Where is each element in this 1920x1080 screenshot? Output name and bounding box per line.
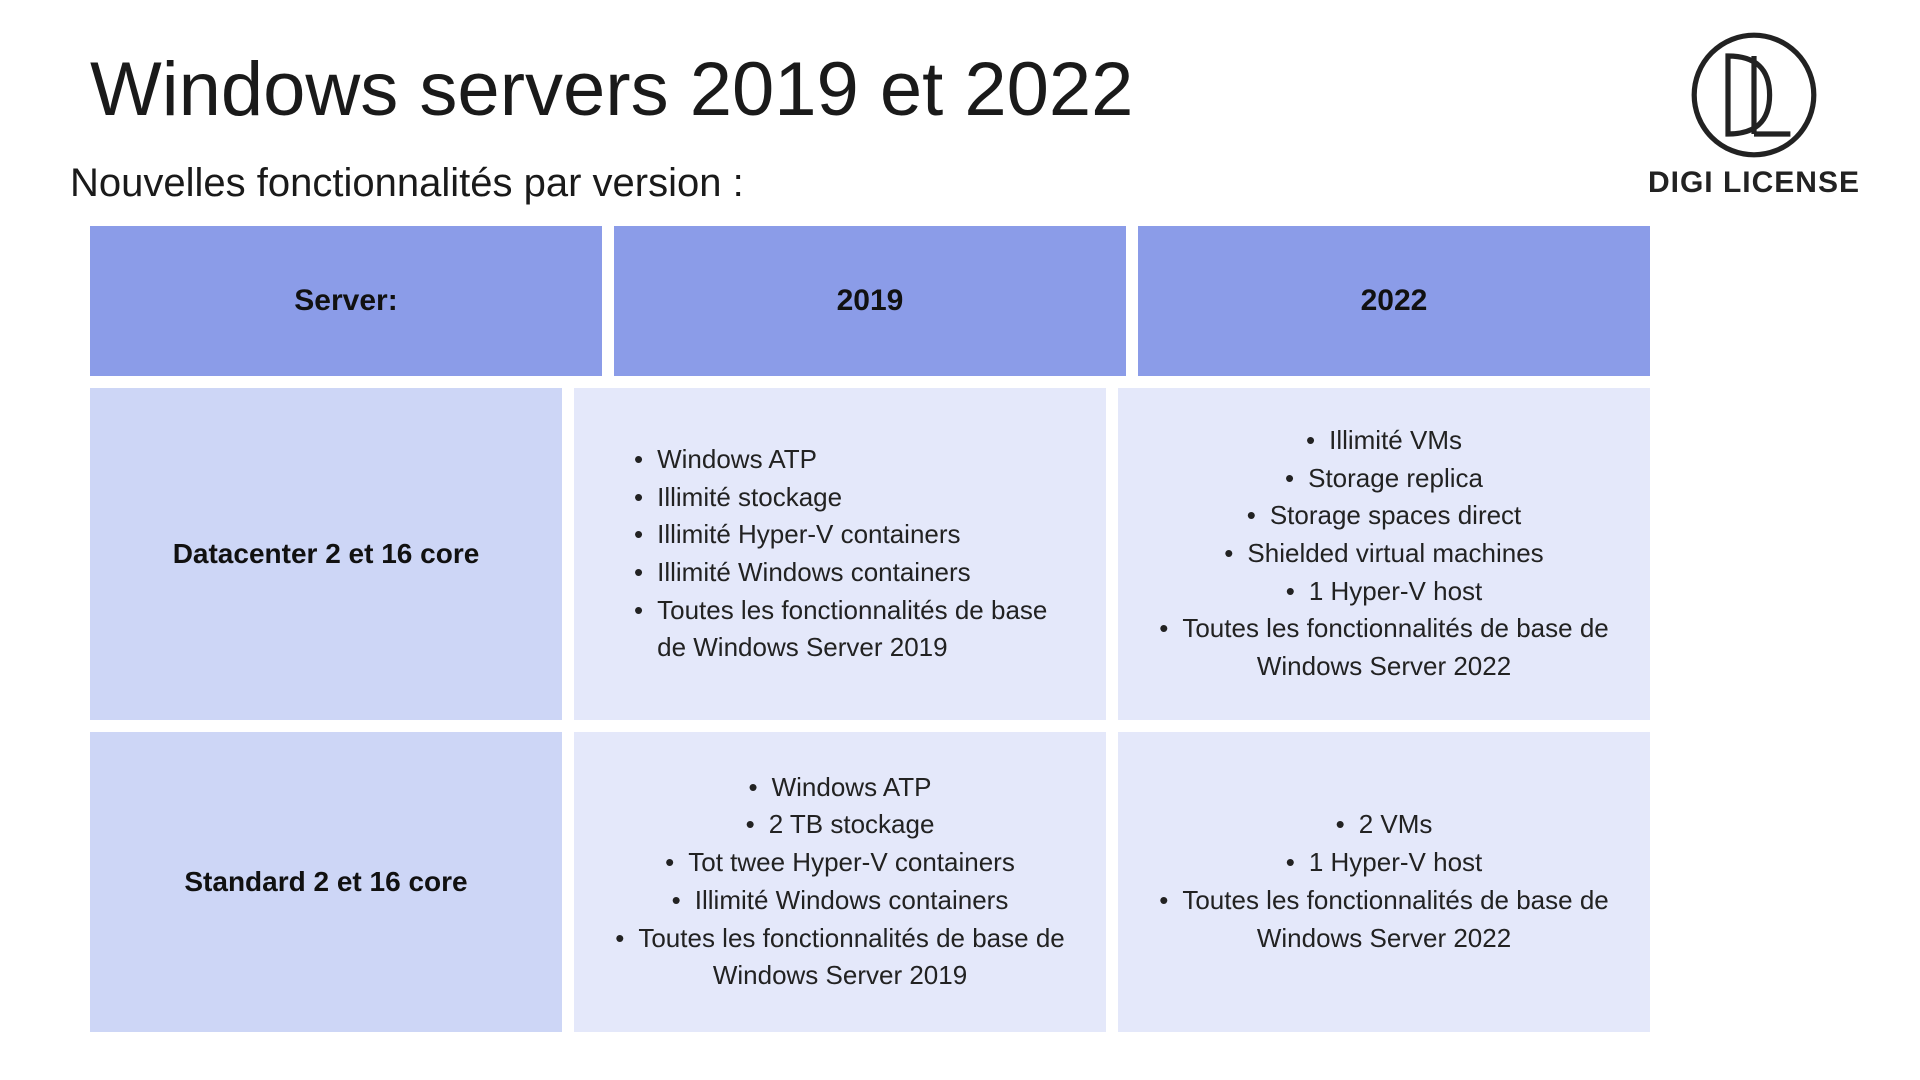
feature: Illimité stockage bbox=[657, 479, 842, 517]
brand-logo: DIGI LICENSE bbox=[1648, 30, 1860, 200]
table-row: Standard 2 et 16 core Windows ATP 2 TB s… bbox=[90, 732, 1650, 1032]
datacenter-2019-cell: Windows ATP Illimité stockage Illimité H… bbox=[574, 388, 1106, 720]
list-item: Illimité Windows containers bbox=[604, 882, 1076, 920]
list-item: Illimité VMs bbox=[1148, 422, 1620, 460]
list-item: Illimité Hyper-V containers bbox=[634, 516, 1076, 554]
feature: 2 TB stockage bbox=[769, 809, 935, 839]
feature: Toutes les fonctionnalités de base de Wi… bbox=[1182, 613, 1608, 681]
feature: Windows ATP bbox=[772, 772, 932, 802]
comparison-table: Server: 2019 2022 Datacenter 2 et 16 cor… bbox=[90, 226, 1650, 1032]
list-item: Illimité Windows containers bbox=[634, 554, 1076, 592]
list-item: Shielded virtual machines bbox=[1148, 535, 1620, 573]
feature: Windows ATP bbox=[657, 441, 817, 479]
feature: Storage spaces direct bbox=[1270, 500, 1521, 530]
digi-license-icon bbox=[1689, 30, 1819, 160]
list-item: Windows ATP bbox=[604, 769, 1076, 807]
standard-2022-cell: 2 VMs 1 Hyper-V host Toutes les fonction… bbox=[1118, 732, 1650, 1032]
list-item: 2 TB stockage bbox=[604, 806, 1076, 844]
list-item: Toutes les fonctionnalités de base de Wi… bbox=[1148, 882, 1620, 957]
list-item: Tot twee Hyper-V containers bbox=[604, 844, 1076, 882]
list-item: Toutes les fonctionnalités de base de Wi… bbox=[634, 592, 1076, 667]
page-title: Windows servers 2019 et 2022 bbox=[90, 46, 1880, 133]
feature: 1 Hyper-V host bbox=[1309, 847, 1482, 877]
list-item: Windows ATP bbox=[634, 441, 1076, 479]
list-item: 1 Hyper-V host bbox=[1148, 844, 1620, 882]
list-item: Toutes les fonctionnalités de base de Wi… bbox=[604, 920, 1076, 995]
row-label-datacenter: Datacenter 2 et 16 core bbox=[90, 388, 562, 720]
feature: Illimité Windows containers bbox=[657, 554, 971, 592]
list-item: Toutes les fonctionnalités de base de Wi… bbox=[1148, 610, 1620, 685]
feature: Illimité VMs bbox=[1329, 425, 1462, 455]
feature-list: Windows ATP Illimité stockage Illimité H… bbox=[604, 441, 1076, 667]
feature-list: 2 VMs 1 Hyper-V host Toutes les fonction… bbox=[1148, 806, 1620, 957]
feature-list: Illimité VMs Storage replica Storage spa… bbox=[1148, 422, 1620, 686]
feature: Shielded virtual machines bbox=[1247, 538, 1543, 568]
feature: 2 VMs bbox=[1359, 809, 1433, 839]
list-item: Storage spaces direct bbox=[1148, 497, 1620, 535]
row-label-standard: Standard 2 et 16 core bbox=[90, 732, 562, 1032]
list-item: Storage replica bbox=[1148, 460, 1620, 498]
list-item: 1 Hyper-V host bbox=[1148, 573, 1620, 611]
list-item: Illimité stockage bbox=[634, 479, 1076, 517]
feature: Illimité Windows containers bbox=[695, 885, 1009, 915]
table-header-row: Server: 2019 2022 bbox=[90, 226, 1650, 376]
col-header-server: Server: bbox=[90, 226, 602, 376]
feature: Toutes les fonctionnalités de base de Wi… bbox=[657, 592, 1076, 667]
feature: Tot twee Hyper-V containers bbox=[688, 847, 1015, 877]
feature: Toutes les fonctionnalités de base de Wi… bbox=[638, 923, 1064, 991]
list-item: 2 VMs bbox=[1148, 806, 1620, 844]
feature-list: Windows ATP 2 TB stockage Tot twee Hyper… bbox=[604, 769, 1076, 995]
col-header-2019: 2019 bbox=[614, 226, 1126, 376]
feature: Storage replica bbox=[1308, 463, 1483, 493]
datacenter-2022-cell: Illimité VMs Storage replica Storage spa… bbox=[1118, 388, 1650, 720]
feature: Toutes les fonctionnalités de base de Wi… bbox=[1182, 885, 1608, 953]
feature: Illimité Hyper-V containers bbox=[657, 516, 960, 554]
table-row: Datacenter 2 et 16 core Windows ATP Illi… bbox=[90, 388, 1650, 720]
brand-name: DIGI LICENSE bbox=[1648, 166, 1860, 200]
col-header-2022: 2022 bbox=[1138, 226, 1650, 376]
page-subtitle: Nouvelles fonctionnalités par version : bbox=[70, 161, 1880, 206]
page: DIGI LICENSE Windows servers 2019 et 202… bbox=[0, 0, 1920, 1080]
standard-2019-cell: Windows ATP 2 TB stockage Tot twee Hyper… bbox=[574, 732, 1106, 1032]
feature: 1 Hyper-V host bbox=[1309, 576, 1482, 606]
